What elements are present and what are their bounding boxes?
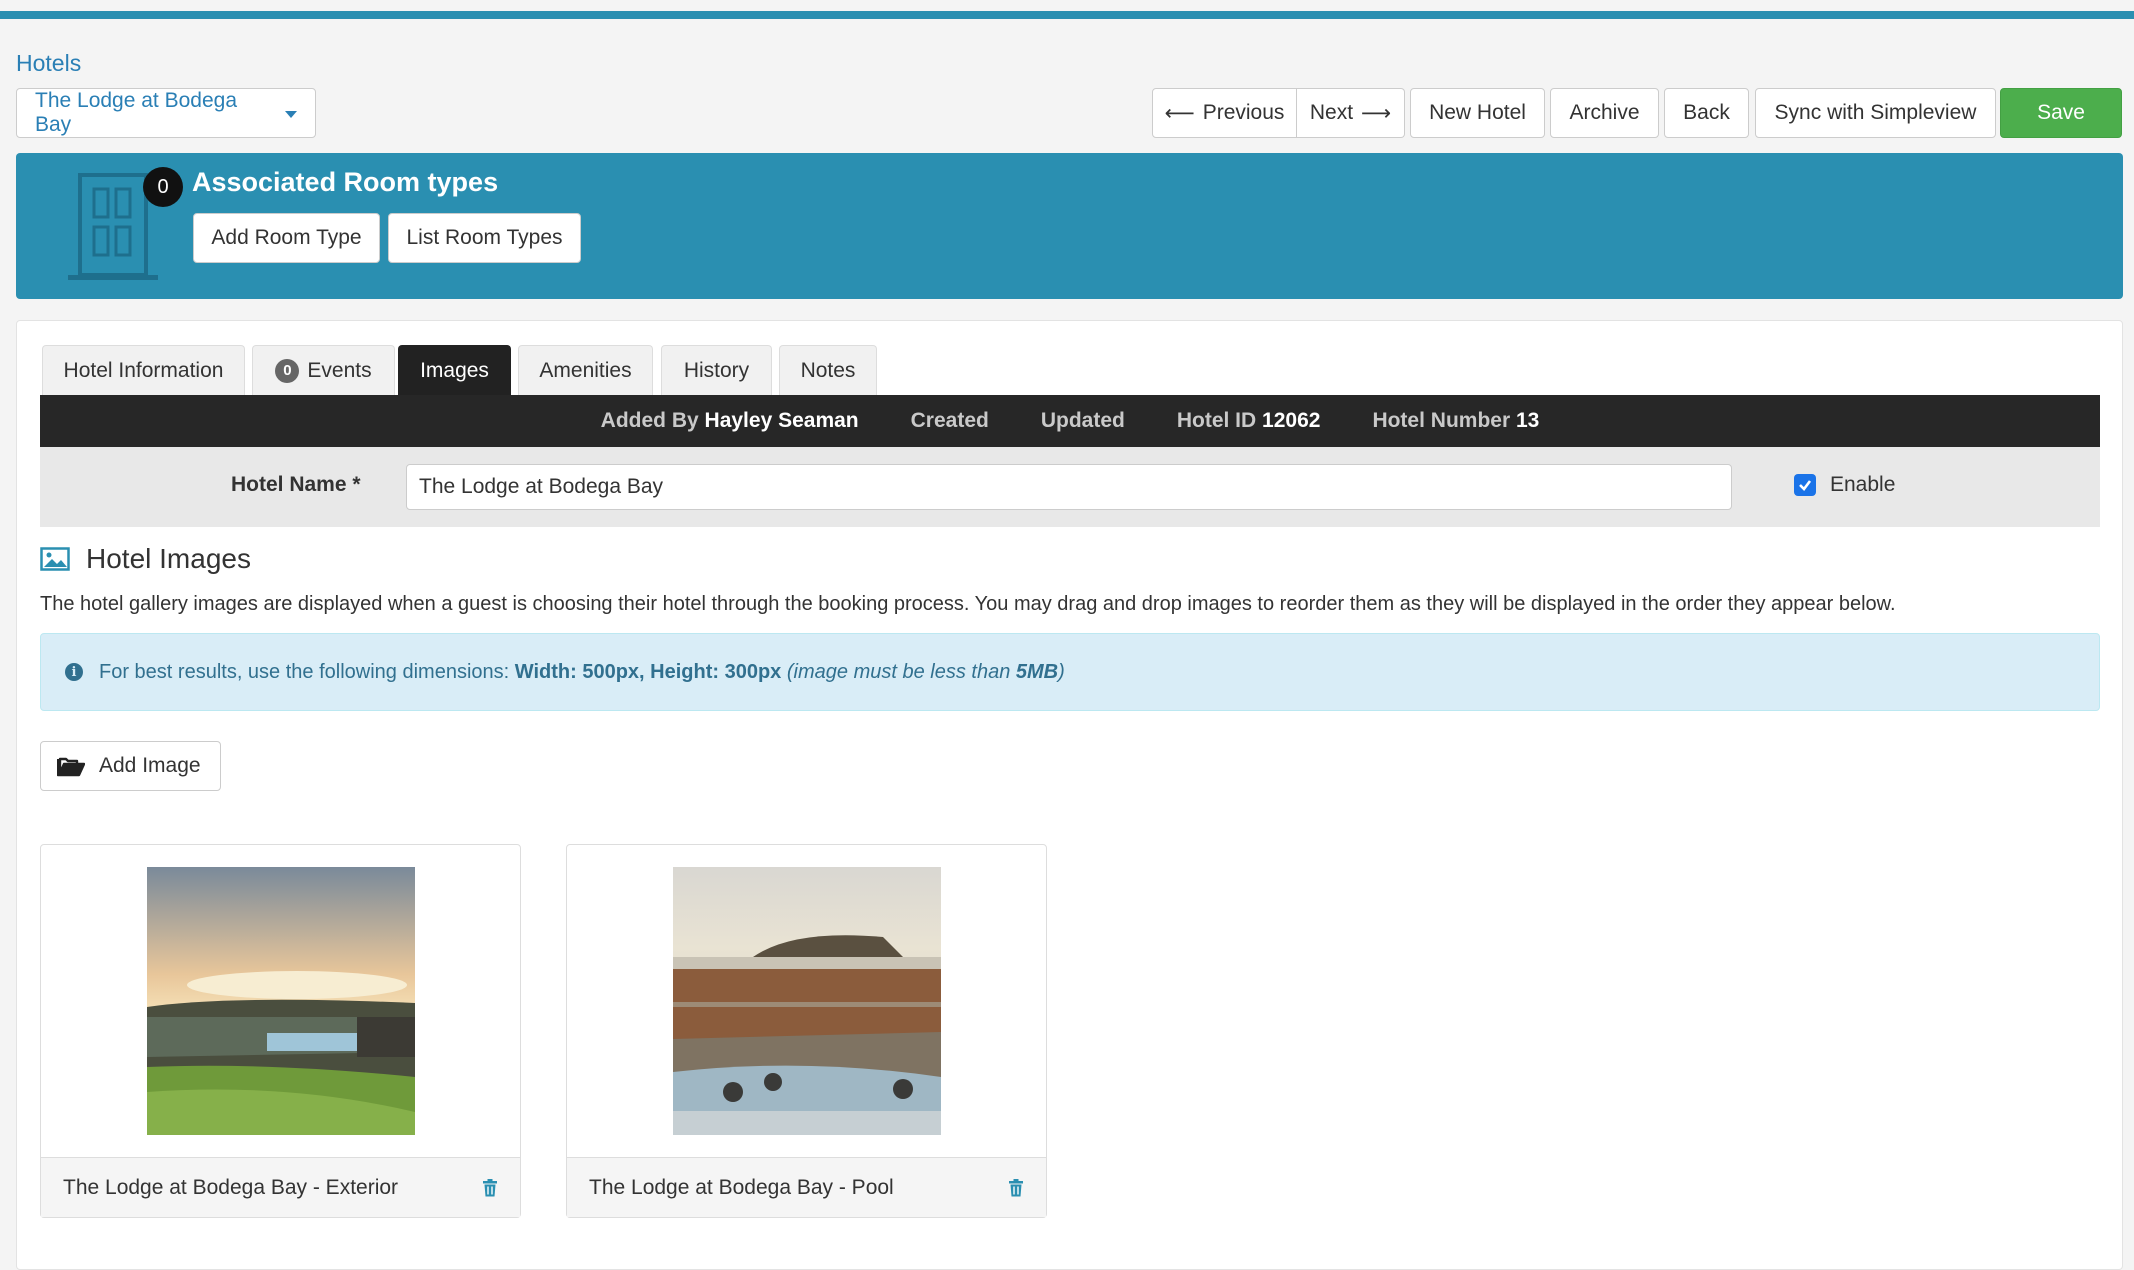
folder-open-icon (57, 757, 85, 777)
image-caption: The Lodge at Bodega Bay - Exterior (63, 1175, 399, 1199)
image-card[interactable]: The Lodge at Bodega Bay - Pool (566, 844, 1047, 1218)
tab-label: Amenities (539, 358, 632, 382)
image-card-footer: The Lodge at Bodega Bay - Exterior (41, 1157, 520, 1217)
next-button[interactable]: Next ⟶ (1297, 88, 1405, 138)
image-icon (40, 547, 70, 571)
top-accent-bar (0, 11, 2134, 19)
tab-label: Images (420, 358, 489, 382)
enable-label: Enable (1830, 473, 1896, 496)
add-room-type-button[interactable]: Add Room Type (193, 213, 380, 263)
archive-button[interactable]: Archive (1550, 88, 1659, 138)
room-types-banner: 0 Associated Room types Add Room Type Li… (16, 153, 2123, 299)
image-card[interactable]: The Lodge at Bodega Bay - Exterior (40, 844, 521, 1218)
updated: Updated (1040, 409, 1125, 432)
check-icon (1799, 480, 1812, 491)
alert-text: For best results, use the following dime… (99, 660, 1065, 683)
hotel-exterior-image (147, 867, 415, 1135)
room-types-title: Associated Room types (192, 167, 499, 197)
new-hotel-button[interactable]: New Hotel (1410, 88, 1545, 138)
created: Created (910, 409, 989, 432)
add-image-button[interactable]: Add Image (40, 741, 221, 791)
hotel-panel: Hotel Information 0 Events Images Amenit… (16, 320, 2123, 1270)
info-icon: i (65, 663, 83, 681)
caret-down-icon (285, 111, 297, 118)
tab-images[interactable]: Images (398, 345, 511, 395)
sync-simpleview-button[interactable]: Sync with Simpleview (1755, 88, 1996, 138)
previous-button[interactable]: ⟵ Previous (1152, 88, 1297, 138)
tab-hotel-information[interactable]: Hotel Information (42, 345, 245, 395)
hotel-pool-image (673, 867, 941, 1135)
hotel-images-heading: Hotel Images (40, 543, 251, 575)
breadcrumb-hotels[interactable]: Hotels (16, 50, 81, 77)
events-count-badge: 0 (275, 358, 300, 383)
hotel-images-description: The hotel gallery images are displayed w… (40, 593, 1896, 615)
image-card-footer: The Lodge at Bodega Bay - Pool (567, 1157, 1046, 1217)
previous-label: Previous (1202, 101, 1285, 124)
room-type-count-badge: 0 (143, 167, 183, 207)
hotel-info-bar: Added By Hayley Seaman Created Updated H… (40, 395, 2100, 447)
enable-checkbox[interactable] (1794, 474, 1816, 496)
tab-notes[interactable]: Notes (779, 345, 877, 395)
next-label: Next (1309, 101, 1354, 124)
tab-label: Events (307, 358, 372, 382)
hotel-select-dropdown[interactable]: The Lodge at Bodega Bay (16, 88, 316, 138)
back-button[interactable]: Back (1664, 88, 1749, 138)
trash-icon[interactable] (482, 1178, 498, 1197)
hotel-id: Hotel ID 12062 (1176, 409, 1321, 432)
tab-history[interactable]: History (661, 345, 772, 395)
hotel-select-value: The Lodge at Bodega Bay (35, 89, 238, 136)
tab-amenities[interactable]: Amenities (518, 345, 653, 395)
save-button[interactable]: Save (2000, 88, 2122, 138)
list-room-types-button[interactable]: List Room Types (388, 213, 581, 263)
hotel-name-row: Hotel Name * The Lodge at Bodega Bay Ena… (40, 447, 2100, 527)
image-caption: The Lodge at Bodega Bay - Pool (589, 1175, 894, 1199)
tab-events[interactable]: 0 Events (252, 345, 395, 395)
hotel-name-label: Hotel Name * (231, 473, 361, 496)
arrow-right-icon: ⟶ (1361, 101, 1392, 125)
hotel-name-input[interactable]: The Lodge at Bodega Bay (406, 464, 1732, 510)
tab-label: Notes (800, 358, 856, 382)
hotel-images-title: Hotel Images (86, 543, 251, 574)
tab-label: Hotel Information (63, 358, 224, 382)
added-by: Added By Hayley Seaman (600, 409, 859, 432)
arrow-left-icon: ⟵ (1164, 101, 1195, 125)
tab-label: History (683, 358, 750, 382)
add-image-label: Add Image (99, 754, 201, 777)
trash-icon[interactable] (1008, 1178, 1024, 1197)
dimensions-alert: i For best results, use the following di… (40, 633, 2100, 711)
hotel-number: Hotel Number 13 (1372, 409, 1540, 432)
